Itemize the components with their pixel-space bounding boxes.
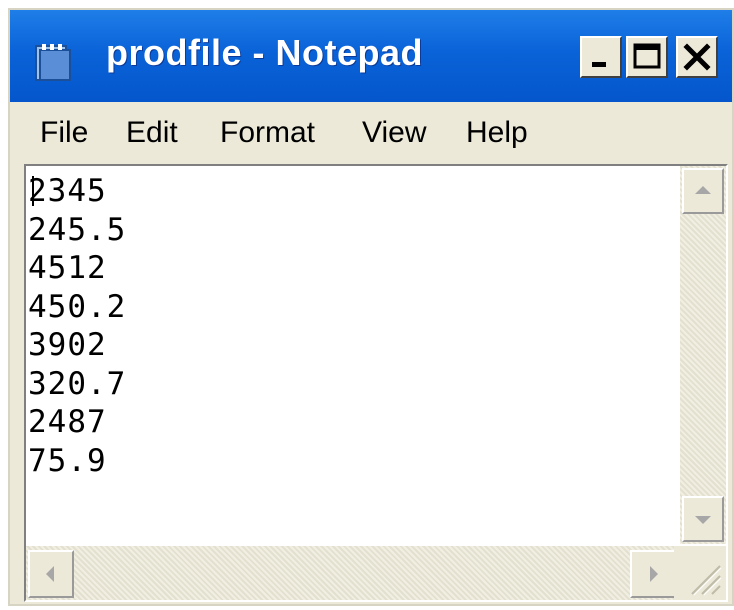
scroll-right-button[interactable] <box>630 550 676 598</box>
menu-view[interactable]: View <box>362 116 426 150</box>
resize-grip[interactable] <box>674 546 726 600</box>
text-line: 4512 <box>28 250 107 286</box>
text-line: 3902 <box>28 327 107 363</box>
scroll-left-button[interactable] <box>28 550 74 598</box>
resize-grip-icon <box>674 565 726 604</box>
menu-file[interactable]: File <box>40 116 88 150</box>
horizontal-scrollbar[interactable] <box>26 546 678 600</box>
menu-format[interactable]: Format <box>220 116 315 150</box>
title-bar[interactable]: prodfile - Notepad <box>10 10 732 102</box>
document-text[interactable]: 2345 245.5 4512 450.2 3902 320.7 2487 75… <box>28 172 678 542</box>
window-title: prodfile - Notepad <box>106 32 423 73</box>
menu-bar: File Edit Format View Help <box>10 102 732 160</box>
minimize-button[interactable] <box>580 36 622 78</box>
notepad-window: prodfile - Notepad File Edit Format View… <box>8 8 734 606</box>
text-line: 75.9 <box>28 442 107 479</box>
menu-edit[interactable]: Edit <box>126 116 178 150</box>
vertical-scrollbar[interactable] <box>680 166 726 544</box>
maximize-button[interactable] <box>626 36 668 78</box>
notepad-icon[interactable] <box>32 42 76 82</box>
scroll-up-button[interactable] <box>682 168 724 214</box>
text-caret <box>32 176 34 206</box>
text-line: 2345 <box>28 173 107 209</box>
close-button[interactable] <box>676 36 718 78</box>
text-line: 320.7 <box>28 365 127 402</box>
scroll-down-button[interactable] <box>682 496 724 542</box>
text-line: 2487 <box>28 404 107 440</box>
text-line: 450.2 <box>28 288 127 325</box>
menu-help[interactable]: Help <box>466 116 528 150</box>
text-editor[interactable]: 2345 245.5 4512 450.2 3902 320.7 2487 75… <box>24 164 728 602</box>
text-line: 245.5 <box>28 211 127 248</box>
